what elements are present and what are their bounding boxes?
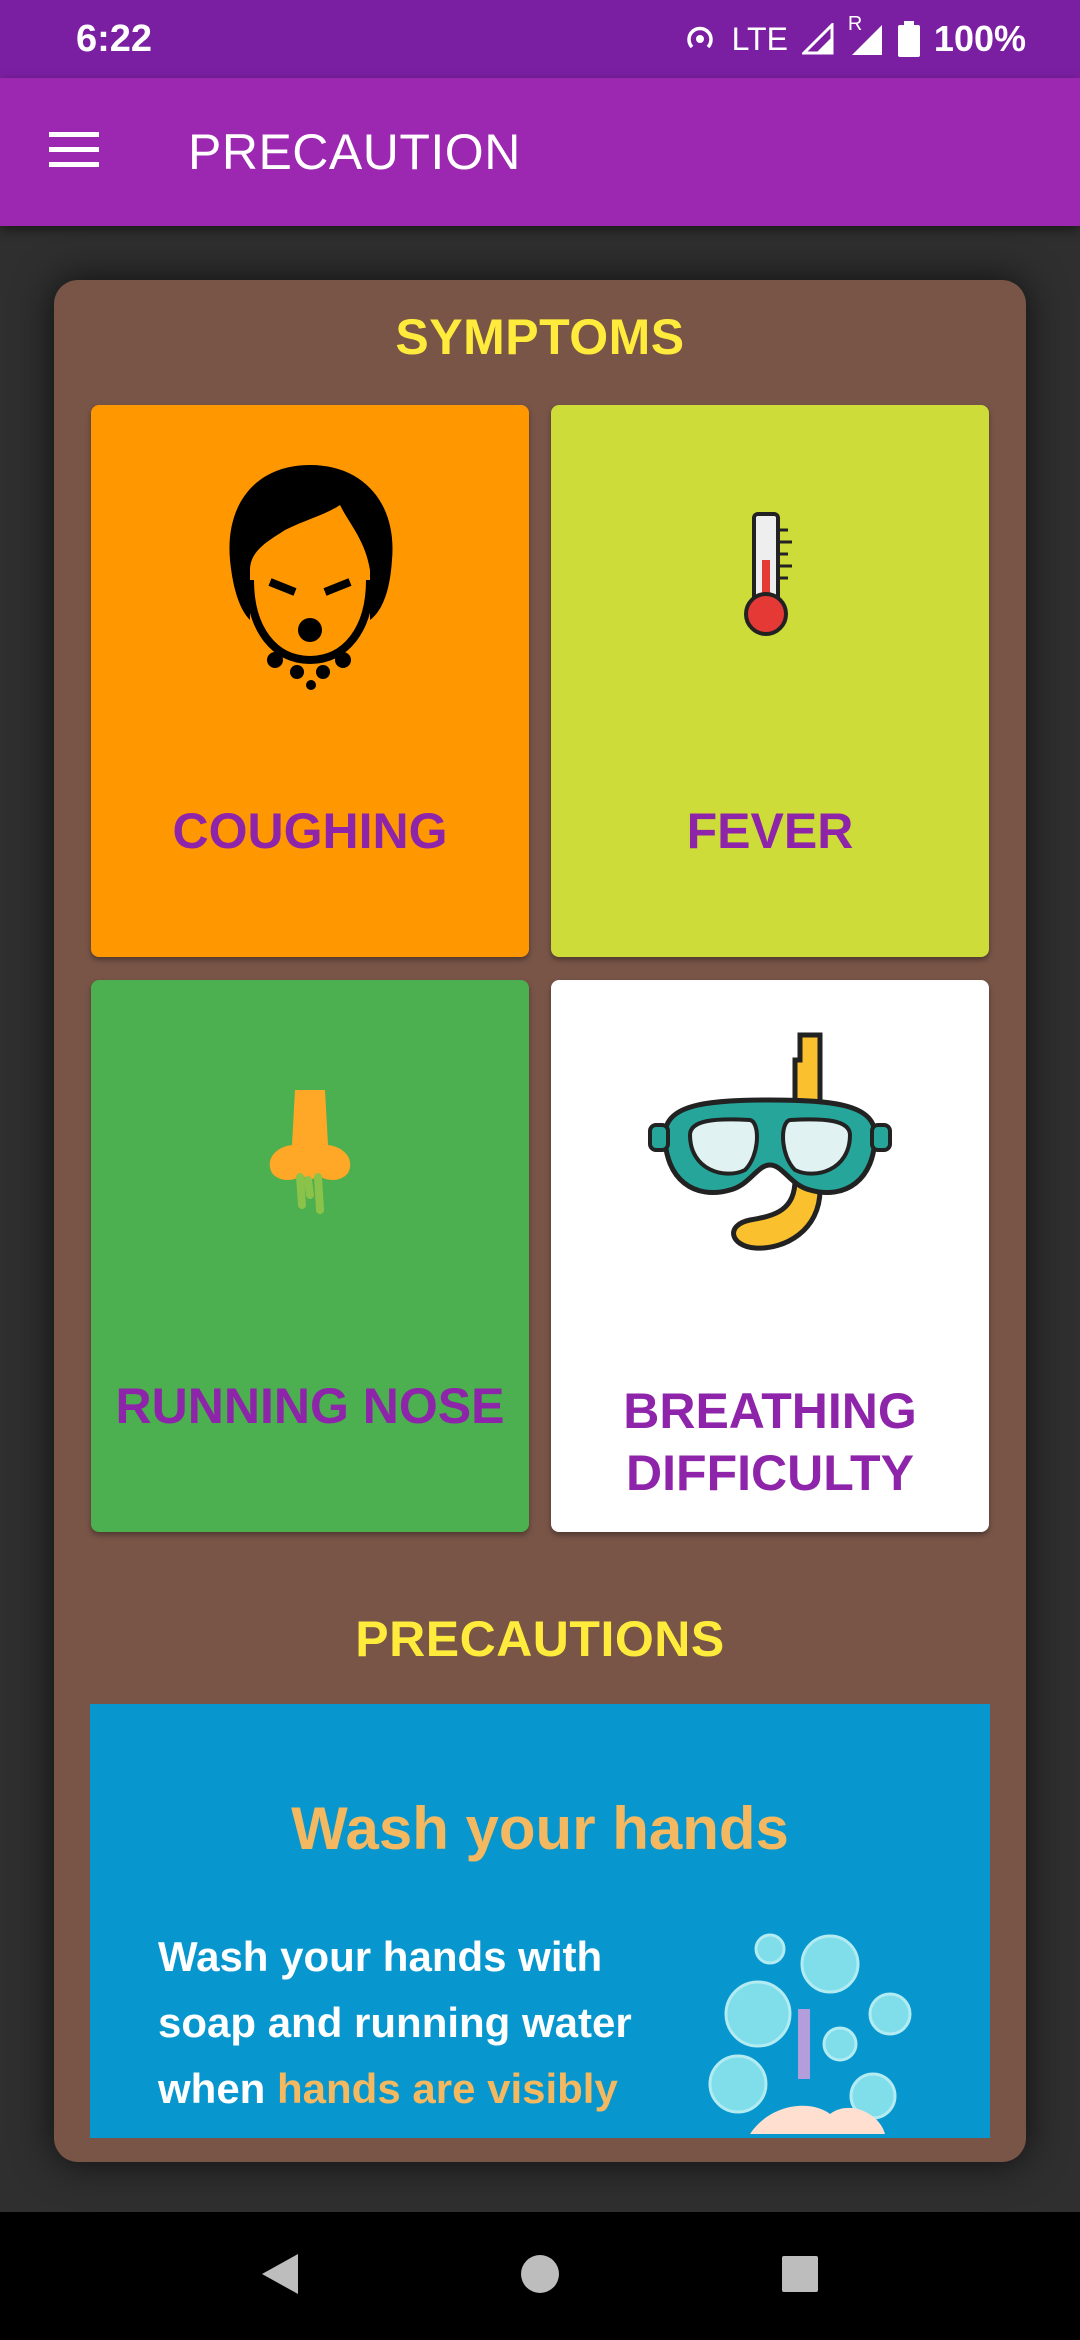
- banner-text: Wash your hands with soap and running wa…: [158, 1924, 718, 2122]
- hamburger-menu-icon: [49, 131, 99, 173]
- banner-line: when hands are visibly: [158, 2056, 718, 2122]
- roaming-indicator: R: [847, 13, 863, 35]
- thermometer-icon: [551, 465, 989, 685]
- system-nav-bar: [0, 2212, 1080, 2340]
- symptom-tile-fever[interactable]: FEVER: [551, 405, 989, 957]
- symptom-label: BREATHING DIFFICULTY: [551, 1380, 989, 1504]
- symptom-label: RUNNING NOSE: [115, 1378, 505, 1434]
- recents-button[interactable]: [760, 2236, 840, 2316]
- banner-title: Wash your hands: [291, 1795, 789, 1862]
- battery-percent: 100%: [933, 18, 1026, 59]
- status-time: 6:22: [76, 17, 153, 60]
- network-type: LTE: [731, 20, 788, 57]
- banner-line: Wash your hands with: [158, 1933, 603, 1980]
- menu-button[interactable]: [0, 78, 148, 226]
- home-button[interactable]: [500, 2236, 580, 2316]
- symptoms-panel: SYMPTOMS COUGHING FEVER RUNNING NOSE BRE…: [54, 280, 1026, 2162]
- page-title: PRECAUTION: [188, 124, 521, 180]
- banner-line: soap and running water: [158, 1999, 632, 2046]
- signal-icon: [801, 23, 834, 55]
- app-bar: PRECAUTION: [0, 78, 1080, 226]
- roaming-signal-icon: R: [848, 13, 884, 57]
- home-circle-icon: [518, 2252, 562, 2301]
- symptom-tile-breathing-difficulty[interactable]: BREATHING DIFFICULTY: [551, 980, 989, 1532]
- precautions-heading: PRECAUTIONS: [355, 1611, 725, 1667]
- battery-icon: [897, 21, 920, 57]
- status-bar: 6:22 LTE R 100%: [0, 0, 1080, 78]
- symptom-label: COUGHING: [172, 803, 448, 859]
- running-nose-icon: [91, 1040, 529, 1260]
- soap-bubbles-hands-icon: [690, 1924, 930, 2138]
- banner-line-part: when: [158, 2065, 278, 2112]
- status-icons: LTE R 100%: [682, 13, 1026, 60]
- symptom-label-line1: BREATHING: [623, 1383, 917, 1439]
- diving-mask-icon: [551, 1032, 989, 1260]
- back-triangle-icon: [258, 2250, 302, 2303]
- symptom-tile-coughing[interactable]: COUGHING: [91, 405, 529, 957]
- symptom-label: FEVER: [686, 803, 854, 859]
- precaution-banner-wash-hands[interactable]: Wash your hands Wash your hands with soa…: [90, 1704, 990, 2138]
- banner-highlight: hands are visibly: [277, 2065, 618, 2112]
- back-button[interactable]: [240, 2236, 320, 2316]
- symptom-tile-running-nose[interactable]: RUNNING NOSE: [91, 980, 529, 1532]
- content-area[interactable]: SYMPTOMS COUGHING FEVER RUNNING NOSE BRE…: [0, 226, 1080, 2212]
- recents-square-icon: [780, 2254, 820, 2299]
- hotspot-icon: [682, 21, 718, 57]
- symptom-label-line2: DIFFICULTY: [626, 1445, 914, 1501]
- symptoms-heading: SYMPTOMS: [395, 309, 685, 365]
- coughing-face-icon: [91, 465, 529, 690]
